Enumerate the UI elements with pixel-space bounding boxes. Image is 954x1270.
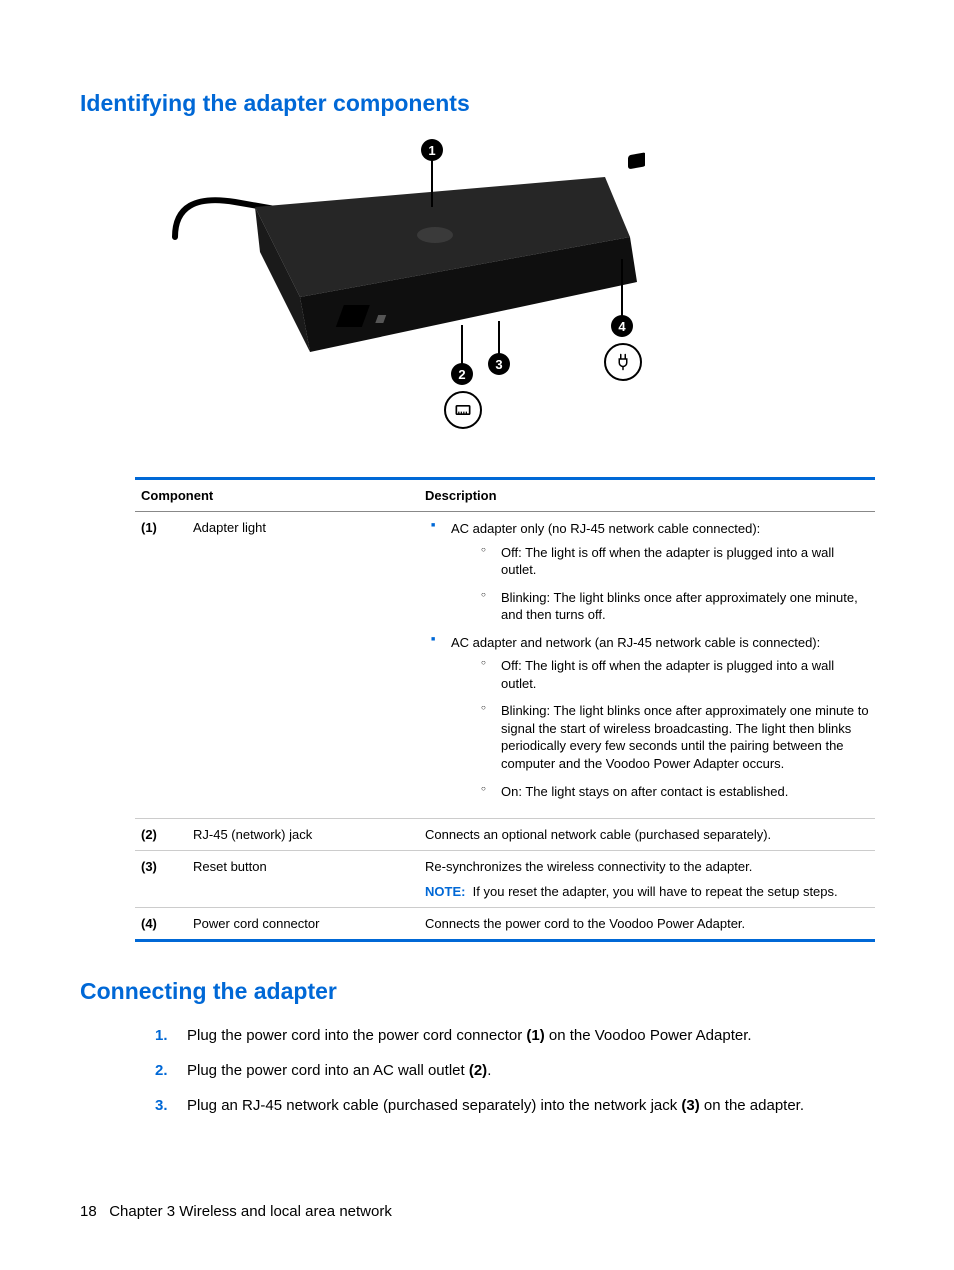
steps-list: 1. Plug the power cord into the power cor… bbox=[155, 1025, 874, 1116]
callout-line-4 bbox=[621, 259, 623, 319]
adapter-diagram: 1 4 2 3 bbox=[165, 137, 645, 457]
col-header-description: Description bbox=[419, 479, 875, 512]
plug-icon bbox=[604, 343, 642, 381]
adapter-illustration bbox=[165, 137, 645, 457]
callout-marker-1: 1 bbox=[421, 139, 443, 161]
row-number: (1) bbox=[135, 512, 187, 819]
step-number: 1. bbox=[155, 1025, 168, 1046]
component-name: RJ-45 (network) jack bbox=[187, 819, 419, 851]
list-item: On: The light stays on after contact is … bbox=[479, 783, 869, 801]
component-description: AC adapter only (no RJ-45 network cable … bbox=[419, 512, 875, 819]
component-name: Reset button bbox=[187, 851, 419, 908]
callout-marker-2: 2 bbox=[451, 363, 473, 385]
page-footer: 18 Chapter 3 Wireless and local area net… bbox=[80, 1203, 392, 1220]
callout-marker-3: 3 bbox=[488, 353, 510, 375]
section-heading-connecting: Connecting the adapter bbox=[80, 978, 874, 1005]
step-number: 3. bbox=[155, 1095, 168, 1116]
step-number: 2. bbox=[155, 1060, 168, 1081]
list-item: 3. Plug an RJ-45 network cable (purchased… bbox=[155, 1095, 874, 1116]
col-header-component: Component bbox=[135, 479, 419, 512]
table-row: (2)RJ-45 (network) jackConnects an optio… bbox=[135, 819, 875, 851]
callout-marker-4: 4 bbox=[611, 315, 633, 337]
component-table: Component Description (1)Adapter lightAC… bbox=[135, 477, 875, 942]
list-item: 2. Plug the power cord into an AC wall ou… bbox=[155, 1060, 874, 1081]
callout-line-2 bbox=[461, 325, 463, 367]
chapter-label: Chapter 3 Wireless and local area networ… bbox=[109, 1203, 392, 1220]
section-heading-components: Identifying the adapter components bbox=[80, 90, 874, 117]
table-row: (4)Power cord connectorConnects the powe… bbox=[135, 908, 875, 941]
component-name: Adapter light bbox=[187, 512, 419, 819]
list-item: Off: The light is off when the adapter i… bbox=[479, 544, 869, 579]
component-name: Power cord connector bbox=[187, 908, 419, 941]
step-text: Plug an RJ-45 network cable (purchased s… bbox=[187, 1097, 804, 1114]
list-item: 1. Plug the power cord into the power cor… bbox=[155, 1025, 874, 1046]
step-text: Plug the power cord into the power cord … bbox=[187, 1027, 752, 1044]
step-text: Plug the power cord into an AC wall outl… bbox=[187, 1062, 491, 1079]
note-label: NOTE: bbox=[425, 884, 465, 899]
table-row: (1)Adapter lightAC adapter only (no RJ-4… bbox=[135, 512, 875, 819]
component-description: Connects an optional network cable (purc… bbox=[419, 819, 875, 851]
list-item: Blinking: The light blinks once after ap… bbox=[479, 702, 869, 772]
row-number: (4) bbox=[135, 908, 187, 941]
callout-line-3 bbox=[498, 321, 500, 357]
row-number: (3) bbox=[135, 851, 187, 908]
list-item: Off: The light is off when the adapter i… bbox=[479, 657, 869, 692]
component-description: Re-synchronizes the wireless connectivit… bbox=[419, 851, 875, 908]
list-item: AC adapter and network (an RJ-45 network… bbox=[425, 634, 869, 800]
row-number: (2) bbox=[135, 819, 187, 851]
list-item: Blinking: The light blinks once after ap… bbox=[479, 589, 869, 624]
component-description: Connects the power cord to the Voodoo Po… bbox=[419, 908, 875, 941]
list-item: AC adapter only (no RJ-45 network cable … bbox=[425, 520, 869, 624]
table-row: (3)Reset buttonRe-synchronizes the wirel… bbox=[135, 851, 875, 908]
rj45-icon bbox=[444, 391, 482, 429]
page-number: 18 bbox=[80, 1203, 97, 1220]
callout-line-1 bbox=[431, 159, 433, 207]
